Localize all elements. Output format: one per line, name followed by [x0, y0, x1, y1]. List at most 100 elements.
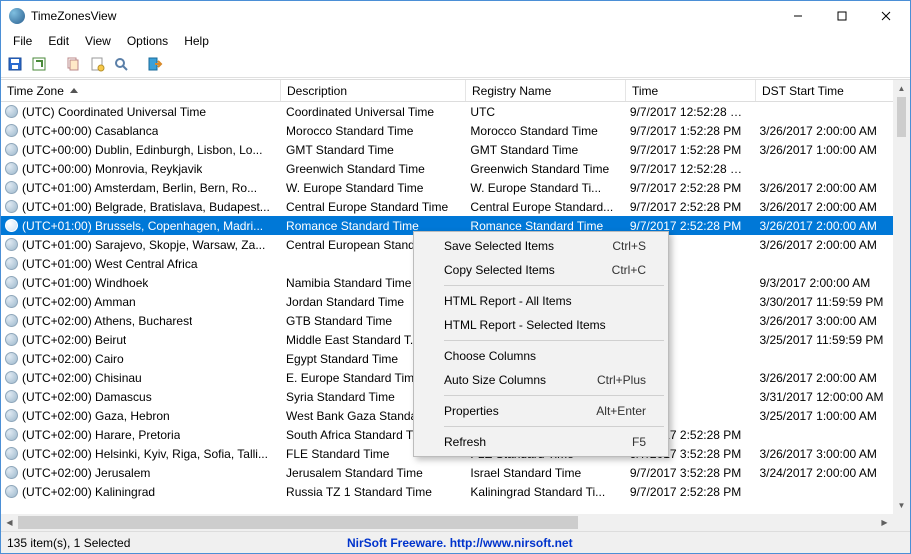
column-header-1[interactable]: Description	[281, 80, 466, 101]
table-row[interactable]: (UTC+00:00) Dublin, Edinburgh, Lisbon, L…	[1, 140, 893, 159]
hscroll-thumb[interactable]	[18, 516, 578, 529]
cell-time: 9/7/2017 12:52:28 PM	[624, 105, 754, 119]
table-row[interactable]: (UTC+00:00) CasablancaMorocco Standard T…	[1, 121, 893, 140]
context-menu-item[interactable]: Properties Alt+Enter	[416, 399, 666, 423]
cell-desc: Central Europe Standard Time	[280, 200, 464, 214]
properties-icon[interactable]	[87, 54, 107, 74]
cell-dst: 3/24/2017 2:00:00 AM	[753, 466, 893, 480]
maximize-button[interactable]	[820, 2, 864, 30]
status-link[interactable]: NirSoft Freeware. http://www.nirsoft.net	[347, 536, 573, 550]
context-menu-label: Choose Columns	[444, 349, 646, 363]
close-button[interactable]	[864, 2, 908, 30]
clock-icon	[5, 371, 18, 384]
context-menu-item[interactable]: Copy Selected ItemsCtrl+C	[416, 258, 666, 282]
scroll-right-arrow[interactable]: ▶	[876, 514, 893, 531]
cell-dst: 3/26/2017 3:00:00 AM	[753, 447, 893, 461]
titlebar: TimeZonesView	[1, 1, 910, 31]
context-menu-item[interactable]: Save Selected Items Ctrl+S	[416, 234, 666, 258]
cell-dst: 3/25/2017 11:59:59 PM	[753, 333, 893, 347]
scroll-corner	[893, 514, 910, 531]
clock-icon	[5, 181, 18, 194]
menu-view[interactable]: View	[77, 32, 119, 50]
context-menu-shortcut: Alt+Enter	[596, 404, 646, 418]
clock-icon	[5, 352, 18, 365]
scroll-left-arrow[interactable]: ◀	[1, 514, 18, 531]
vscroll-thumb[interactable]	[897, 97, 906, 137]
copy-icon[interactable]	[63, 54, 83, 74]
find-icon[interactable]	[111, 54, 131, 74]
menu-options[interactable]: Options	[119, 32, 176, 50]
cell-desc: GMT Standard Time	[280, 143, 464, 157]
cell-tz: (UTC+01:00) Sarajevo, Skopje, Warsaw, Za…	[1, 238, 280, 252]
context-menu-separator	[444, 285, 664, 286]
context-menu-shortcut: Ctrl+C	[612, 263, 646, 277]
context-menu-separator	[444, 395, 664, 396]
table-row[interactable]: (UTC+01:00) Amsterdam, Berlin, Bern, Ro.…	[1, 178, 893, 197]
cell-desc: W. Europe Standard Time	[280, 181, 464, 195]
table-row[interactable]: (UTC+02:00) KaliningradRussia TZ 1 Stand…	[1, 482, 893, 501]
cell-tz: (UTC+01:00) Windhoek	[1, 276, 280, 290]
status-text: 135 item(s), 1 Selected	[7, 536, 347, 550]
minimize-button[interactable]	[776, 2, 820, 30]
cell-dst: 3/26/2017 2:00:00 AM	[753, 371, 893, 385]
table-row[interactable]: (UTC+02:00) JerusalemJerusalem Standard …	[1, 463, 893, 482]
cell-tz: (UTC+02:00) Jerusalem	[1, 466, 280, 480]
scroll-down-arrow[interactable]: ▼	[893, 497, 910, 514]
column-header-4[interactable]: DST Start Time	[756, 80, 896, 101]
cell-dst: 3/26/2017 2:00:00 AM	[753, 181, 893, 195]
context-menu-label: HTML Report - Selected Items	[444, 318, 646, 332]
horizontal-scrollbar[interactable]: ◀ ▶	[1, 514, 893, 531]
menu-edit[interactable]: Edit	[40, 32, 77, 50]
cell-reg: W. Europe Standard Ti...	[464, 181, 623, 195]
menubar: File Edit View Options Help	[1, 31, 910, 51]
cell-desc: Russia TZ 1 Standard Time	[280, 485, 464, 499]
cell-reg: GMT Standard Time	[464, 143, 623, 157]
context-menu-item[interactable]: RefreshF5	[416, 430, 666, 454]
context-menu-label: Auto Size Columns	[444, 373, 573, 387]
scroll-up-arrow[interactable]: ▲	[893, 80, 910, 97]
menu-help[interactable]: Help	[176, 32, 217, 50]
context-menu: Save Selected Items Ctrl+S Copy Selected I…	[413, 231, 669, 457]
context-menu-label: Properties	[444, 404, 572, 418]
refresh-icon[interactable]	[29, 54, 49, 74]
cell-tz: (UTC+02:00) Chisinau	[1, 371, 280, 385]
context-menu-label: Save Selected Items	[444, 239, 588, 253]
context-menu-item[interactable]: Auto Size ColumnsCtrl+Plus	[416, 368, 666, 392]
cell-time: 9/7/2017 12:52:28 PM	[624, 162, 754, 176]
cell-tz: (UTC+02:00) Amman	[1, 295, 280, 309]
cell-dst: 3/26/2017 2:00:00 AM	[753, 238, 893, 252]
cell-dst: 3/26/2017 1:00:00 AM	[753, 143, 893, 157]
table-row[interactable]: (UTC+01:00) Belgrade, Bratislava, Budape…	[1, 197, 893, 216]
context-menu-label: HTML Report - All Items	[444, 294, 646, 308]
save-icon[interactable]	[5, 54, 25, 74]
status-link-url[interactable]: http://www.nirsoft.net	[450, 536, 573, 550]
table-row[interactable]: (UTC+00:00) Monrovia, ReykjavikGreenwich…	[1, 159, 893, 178]
column-header-3[interactable]: Time	[626, 80, 756, 101]
cell-tz: (UTC+00:00) Casablanca	[1, 124, 280, 138]
column-header-2[interactable]: Registry Name	[466, 80, 626, 101]
vertical-scrollbar[interactable]: ▲ ▼	[893, 80, 910, 514]
cell-dst: 3/26/2017 2:00:00 AM	[753, 200, 893, 214]
clock-icon	[5, 276, 18, 289]
cell-tz: (UTC+02:00) Athens, Bucharest	[1, 314, 280, 328]
cell-dst: 9/3/2017 2:00:00 AM	[753, 276, 893, 290]
context-menu-item[interactable]: HTML Report - Selected Items	[416, 313, 666, 337]
cell-tz: (UTC+02:00) Gaza, Hebron	[1, 409, 280, 423]
toolbar	[1, 51, 910, 77]
clock-icon	[5, 428, 18, 441]
table-row[interactable]: (UTC) Coordinated Universal TimeCoordina…	[1, 102, 893, 121]
context-menu-item[interactable]: Choose Columns	[416, 344, 666, 368]
cell-tz: (UTC+00:00) Monrovia, Reykjavik	[1, 162, 280, 176]
cell-tz: (UTC+00:00) Dublin, Edinburgh, Lisbon, L…	[1, 143, 280, 157]
clock-icon	[5, 200, 18, 213]
context-menu-item[interactable]: HTML Report - All Items	[416, 289, 666, 313]
cell-reg: Central Europe Standard...	[464, 200, 623, 214]
cell-dst: 3/26/2017 2:00:00 AM	[753, 124, 893, 138]
menu-file[interactable]: File	[5, 32, 40, 50]
window-title: TimeZonesView	[31, 9, 776, 23]
column-header-0[interactable]: Time Zone	[1, 80, 281, 101]
exit-icon[interactable]	[145, 54, 165, 74]
cell-time: 9/7/2017 1:52:28 PM	[624, 143, 754, 157]
context-menu-shortcut: F5	[632, 435, 646, 449]
context-menu-shortcut: Ctrl+S	[612, 239, 646, 253]
